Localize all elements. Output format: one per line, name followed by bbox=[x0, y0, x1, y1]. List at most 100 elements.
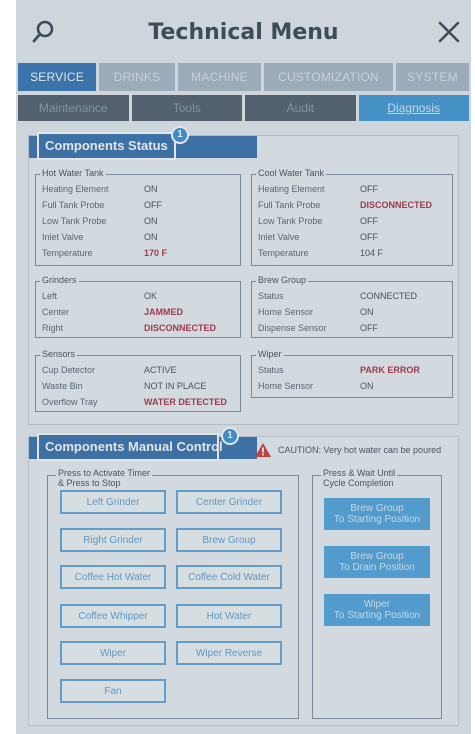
status-value: ON bbox=[144, 232, 158, 242]
button-label-line: To Drain Position bbox=[339, 562, 415, 573]
close-icon[interactable] bbox=[435, 18, 463, 46]
brew-group-button[interactable]: Brew Group bbox=[176, 528, 282, 552]
status-row: Waste Bin NOT IN PLACE bbox=[36, 381, 240, 396]
status-key: Heating Element bbox=[258, 184, 325, 194]
status-row: Low Tank Probe OFF bbox=[252, 216, 452, 231]
coffee-cold-water-button[interactable]: Coffee Cold Water bbox=[176, 565, 282, 589]
right-grinder-button[interactable]: Right Grinder bbox=[60, 528, 166, 552]
group-legend: Hot Water Tank bbox=[40, 168, 106, 178]
components-manual-control-title: Components Manual Control bbox=[37, 433, 223, 461]
cool-water-tank-group: Cool Water Tank Heating Element OFF Full … bbox=[251, 168, 453, 266]
status-value: ACTIVE bbox=[144, 365, 177, 375]
components-manual-control-panel: Components Manual Control 1 Press to Act… bbox=[28, 427, 459, 726]
subtab-tools[interactable]: Tools bbox=[131, 95, 242, 121]
status-key: Overflow Tray bbox=[42, 397, 98, 407]
status-key: Temperature bbox=[258, 248, 309, 258]
caution-note: CAUTION: Very hot water can be poured bbox=[254, 440, 441, 460]
left-grinder-button[interactable]: Left Grinder bbox=[60, 490, 166, 514]
status-row: Cup Detector ACTIVE bbox=[36, 365, 240, 380]
subtab-maintenance[interactable]: Maintenance bbox=[18, 95, 129, 121]
sensors-group: Sensors Cup Detector ACTIVE Waste Bin NOT … bbox=[35, 349, 241, 412]
status-row: Inlet Valve ON bbox=[36, 232, 240, 247]
status-row: Status CONNECTED bbox=[252, 291, 452, 306]
status-row: Inlet Valve OFF bbox=[252, 232, 452, 247]
tab-system[interactable]: SYSTEM bbox=[396, 63, 469, 91]
status-row: Full Tank Probe OFF bbox=[36, 200, 240, 215]
status-row: Home Sensor ON bbox=[252, 381, 452, 396]
status-key: Low Tank Probe bbox=[42, 216, 107, 226]
status-key: Right bbox=[42, 323, 64, 333]
center-grinder-button[interactable]: Center Grinder bbox=[176, 490, 282, 514]
components-status-panel: Components Status 1 Hot Water Tank Heati… bbox=[28, 126, 459, 425]
status-value: CONNECTED bbox=[360, 291, 418, 301]
tab-customization[interactable]: CUSTOMIZATION bbox=[264, 63, 393, 91]
subtab-diagnosis[interactable]: Diagnosis bbox=[358, 95, 469, 121]
tab-machine[interactable]: MACHINE bbox=[178, 63, 261, 91]
brew-group-status-group: Brew Group Status CONNECTED Home Sensor ON… bbox=[251, 275, 453, 338]
tab-drinks[interactable]: DRINKS bbox=[99, 63, 175, 91]
status-value: OK bbox=[144, 291, 158, 301]
status-row: Center JAMMED bbox=[36, 307, 240, 322]
subtab-label: Audit bbox=[286, 101, 314, 115]
coffee-hot-water-button[interactable]: Coffee Hot Water bbox=[60, 565, 166, 589]
status-value: ON bbox=[360, 307, 374, 317]
legend-line: & Press to Stop bbox=[58, 478, 121, 488]
wiper-to-starting-position-button[interactable]: Wiper To Starting Position bbox=[324, 594, 430, 626]
button-label-line: Brew Group bbox=[350, 503, 404, 514]
info-badge[interactable]: 1 bbox=[221, 427, 239, 445]
status-value: JAMMED bbox=[144, 307, 184, 317]
status-row: Right DISCONNECTED bbox=[36, 323, 240, 338]
status-key: Temperature bbox=[42, 248, 93, 258]
status-value: OFF bbox=[360, 216, 378, 226]
status-value: OFF bbox=[360, 184, 378, 194]
status-row: Overflow Tray WATER DETECTED bbox=[36, 397, 240, 412]
info-badge[interactable]: 1 bbox=[171, 126, 189, 144]
warning-icon bbox=[255, 443, 271, 457]
wiper-button[interactable]: Wiper bbox=[60, 641, 166, 665]
press-and-wait-group: Press & Wait Until Cycle Completion Brew… bbox=[312, 468, 442, 719]
status-key: Low Tank Probe bbox=[258, 216, 323, 226]
coffee-whipper-button[interactable]: Coffee Whipper bbox=[60, 604, 166, 628]
status-value: ON bbox=[144, 184, 158, 194]
status-key: Waste Bin bbox=[42, 381, 83, 391]
status-key: Heating Element bbox=[42, 184, 109, 194]
subtab-audit[interactable]: Audit bbox=[245, 95, 356, 121]
brew-group-to-drain-position-button[interactable]: Brew Group To Drain Position bbox=[324, 546, 430, 578]
status-value: ON bbox=[360, 381, 374, 391]
group-legend: Grinders bbox=[40, 275, 79, 285]
status-key: Inlet Valve bbox=[258, 232, 300, 242]
group-legend: Cool Water Tank bbox=[256, 168, 327, 178]
fan-button[interactable]: Fan bbox=[60, 679, 166, 703]
status-row: Heating Element ON bbox=[36, 184, 240, 199]
status-key: Home Sensor bbox=[258, 381, 314, 391]
group-legend: Wiper bbox=[256, 349, 284, 359]
status-key: Status bbox=[258, 291, 284, 301]
subtab-label: Diagnosis bbox=[387, 101, 441, 115]
caution-text: CAUTION: Very hot water can be poured bbox=[278, 445, 442, 455]
status-key: Full Tank Probe bbox=[258, 200, 321, 210]
sub-tabs: Maintenance Tools Audit Diagnosis bbox=[18, 95, 469, 121]
brew-group-to-starting-position-button[interactable]: Brew Group To Starting Position bbox=[324, 498, 430, 530]
wiper-status-group: Wiper Status PARK ERROR Home Sensor ON bbox=[251, 349, 453, 398]
status-key: Home Sensor bbox=[258, 307, 314, 317]
status-row: Temperature 104 F bbox=[252, 248, 452, 263]
header: Technical Menu bbox=[16, 0, 471, 62]
status-value: 104 F bbox=[360, 248, 384, 258]
status-row: Left OK bbox=[36, 291, 240, 306]
button-label-line: To Starting Position bbox=[333, 610, 421, 621]
tab-service[interactable]: SERVICE bbox=[18, 63, 96, 91]
status-row: Status PARK ERROR bbox=[252, 365, 452, 380]
status-row: Temperature 170 F bbox=[36, 248, 240, 263]
status-row: Dispense Sensor OFF bbox=[252, 323, 452, 338]
wiper-reverse-button[interactable]: Wiper Reverse bbox=[176, 641, 282, 665]
hot-water-button[interactable]: Hot Water bbox=[176, 604, 282, 628]
status-key: Left bbox=[42, 291, 58, 301]
status-row: Home Sensor ON bbox=[252, 307, 452, 322]
status-key: Center bbox=[42, 307, 70, 317]
status-key: Dispense Sensor bbox=[258, 323, 327, 333]
button-label-line: Brew Group bbox=[350, 551, 404, 562]
button-label: Brew Group To Starting Position bbox=[334, 503, 420, 525]
hot-water-tank-group: Hot Water Tank Heating Element ON Full Ta… bbox=[35, 168, 241, 266]
button-label-line: To Starting Position bbox=[333, 514, 421, 525]
subtab-label: Tools bbox=[172, 101, 201, 115]
